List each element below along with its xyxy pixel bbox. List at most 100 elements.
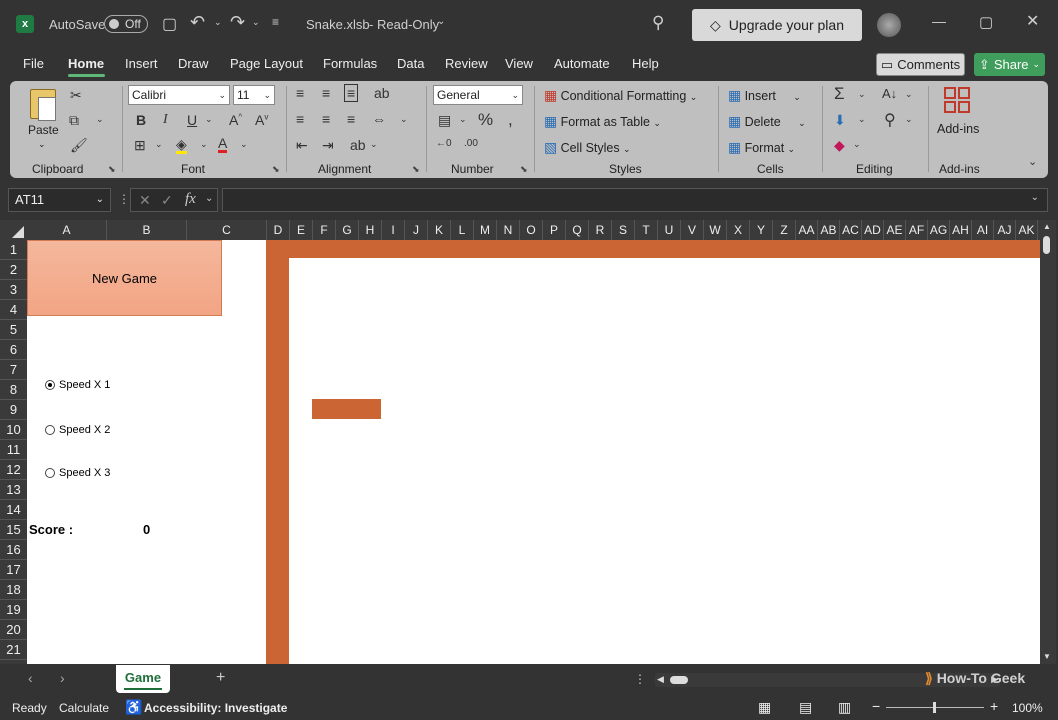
customize-toolbar-icon[interactable]: ≡ — [272, 15, 279, 29]
column-header[interactable]: AB — [818, 220, 840, 240]
borders-icon[interactable]: ⊞ — [134, 137, 146, 154]
orientation-dropdown-icon[interactable]: ⌄ — [370, 139, 378, 150]
undo-dropdown-icon[interactable]: ⌄ — [214, 17, 222, 28]
mode-label[interactable]: Read-Only — [377, 17, 439, 32]
column-header[interactable]: D — [267, 220, 290, 240]
row-header[interactable]: 14 — [0, 500, 27, 520]
column-header[interactable]: K — [428, 220, 451, 240]
column-header[interactable]: W — [704, 220, 727, 240]
merge-dropdown-icon[interactable]: ⌄ — [400, 114, 408, 125]
column-header[interactable]: AD — [862, 220, 884, 240]
accessibility-icon[interactable]: ♿ — [125, 699, 142, 716]
scroll-down-icon[interactable]: ▼ — [1043, 652, 1051, 661]
more-options-icon[interactable]: ⋮ — [118, 192, 130, 206]
borders-dropdown-icon[interactable]: ⌄ — [155, 139, 163, 150]
select-all-corner[interactable] — [0, 220, 27, 240]
decrease-indent-icon[interactable]: ⇤ — [296, 137, 308, 154]
conditional-formatting-button[interactable]: ▦ Conditional Formatting ⌄ — [544, 87, 697, 104]
column-header[interactable]: AI — [972, 220, 994, 240]
row-header[interactable]: 10 — [0, 420, 27, 440]
column-header[interactable]: Q — [566, 220, 589, 240]
worksheet-grid[interactable]: A B C D E F G H I J K L M N O P Q R S T U V W X Y Z AA AB AC AD AE AF AG… — [0, 220, 1040, 664]
zoom-out-icon[interactable]: − — [872, 698, 880, 714]
font-size-combo[interactable]: 11 ⌄ — [233, 85, 275, 105]
find-dropdown-icon[interactable]: ⌄ — [905, 114, 913, 125]
column-header[interactable]: J — [405, 220, 428, 240]
comments-button[interactable]: ▭ Comments — [876, 53, 965, 76]
zoom-slider[interactable] — [886, 702, 984, 713]
row-header[interactable]: 3 — [0, 280, 27, 300]
menu-draw[interactable]: Draw — [178, 56, 208, 71]
autosum-dropdown-icon[interactable]: ⌄ — [858, 89, 866, 100]
column-header[interactable]: L — [451, 220, 474, 240]
align-center-icon[interactable]: ≡ — [322, 111, 330, 127]
zoom-level[interactable]: 100% — [1012, 701, 1043, 715]
cut-icon[interactable]: ✂ — [70, 87, 82, 104]
row-header[interactable]: 1 — [0, 240, 27, 260]
align-left-icon[interactable]: ≡ — [296, 111, 304, 127]
increase-font-icon[interactable]: A^ — [229, 112, 242, 128]
speed-option-1[interactable]: Speed X 1 — [45, 379, 110, 391]
row-header[interactable]: 9 — [0, 400, 27, 420]
column-header[interactable]: G — [336, 220, 359, 240]
row-header[interactable]: 18 — [0, 580, 27, 600]
increase-decimal-icon[interactable]: ←0 — [436, 138, 452, 149]
normal-view-icon[interactable]: ▦ — [758, 699, 771, 716]
accounting-dropdown-icon[interactable]: ⌄ — [459, 114, 467, 125]
column-header[interactable]: F — [313, 220, 336, 240]
merge-center-icon[interactable]: ⇔ — [372, 111, 386, 127]
formula-input[interactable]: ⌄ — [222, 188, 1048, 212]
row-header[interactable]: 16 — [0, 540, 27, 560]
clipboard-launcher-icon[interactable]: ⬊ — [108, 164, 116, 175]
column-header[interactable]: AG — [928, 220, 950, 240]
decrease-font-icon[interactable]: Av — [255, 112, 268, 128]
redo-dropdown-icon[interactable]: ⌄ — [252, 17, 260, 28]
accounting-icon[interactable]: ▤ — [438, 112, 451, 129]
row-header[interactable]: 4 — [0, 300, 27, 320]
row-header[interactable]: 13 — [0, 480, 27, 500]
find-select-icon[interactable]: ⚲ — [884, 110, 896, 130]
column-header[interactable]: AJ — [994, 220, 1016, 240]
column-header[interactable]: C — [187, 220, 267, 240]
column-header[interactable]: E — [290, 220, 313, 240]
copy-icon[interactable]: ⧉ — [69, 112, 79, 129]
row-header[interactable]: 6 — [0, 340, 27, 360]
redo-icon[interactable]: ↷ — [230, 12, 245, 33]
scroll-up-icon[interactable]: ▲ — [1043, 222, 1051, 231]
search-icon[interactable]: ⚲ — [652, 13, 664, 33]
vertical-scroll-thumb[interactable] — [1043, 236, 1050, 254]
new-game-button[interactable]: New Game — [27, 240, 222, 316]
avatar[interactable] — [877, 13, 901, 37]
underline-button[interactable]: U — [187, 112, 197, 128]
save-icon[interactable]: ▢ — [162, 14, 177, 34]
zoom-in-icon[interactable]: + — [990, 698, 998, 714]
share-button[interactable]: ⇪ Share ⌄ — [974, 53, 1045, 76]
sort-dropdown-icon[interactable]: ⌄ — [905, 89, 913, 100]
font-color-icon[interactable]: A — [218, 136, 228, 153]
italic-button[interactable]: I — [163, 112, 168, 128]
row-header[interactable]: 11 — [0, 440, 27, 460]
decrease-decimal-icon[interactable]: .00 — [464, 138, 478, 149]
menu-review[interactable]: Review — [445, 56, 488, 71]
column-header[interactable]: AF — [906, 220, 928, 240]
column-header[interactable]: U — [658, 220, 681, 240]
row-header[interactable]: 5 — [0, 320, 27, 340]
column-header[interactable]: AC — [840, 220, 862, 240]
page-layout-view-icon[interactable]: ▤ — [799, 699, 812, 716]
format-painter-icon[interactable]: 🖌 — [70, 137, 88, 154]
scroll-left-icon[interactable]: ◀ — [657, 674, 664, 685]
column-header[interactable]: AE — [884, 220, 906, 240]
comma-icon[interactable]: , — [508, 110, 513, 130]
column-header[interactable]: B — [107, 220, 187, 240]
column-header[interactable]: T — [635, 220, 658, 240]
align-right-icon[interactable]: ≡ — [347, 111, 355, 127]
font-launcher-icon[interactable]: ⬊ — [272, 164, 280, 175]
enter-icon[interactable]: ✓ — [161, 192, 173, 209]
row-header[interactable]: 12 — [0, 460, 27, 480]
sort-filter-icon[interactable]: A↓ — [882, 86, 897, 101]
alignment-launcher-icon[interactable]: ⬊ — [412, 164, 420, 175]
orientation-icon[interactable]: ab — [350, 137, 366, 153]
autosave-toggle[interactable]: Off — [104, 15, 148, 33]
status-calculate[interactable]: Calculate — [59, 701, 109, 715]
autosum-icon[interactable]: Σ — [834, 84, 845, 104]
